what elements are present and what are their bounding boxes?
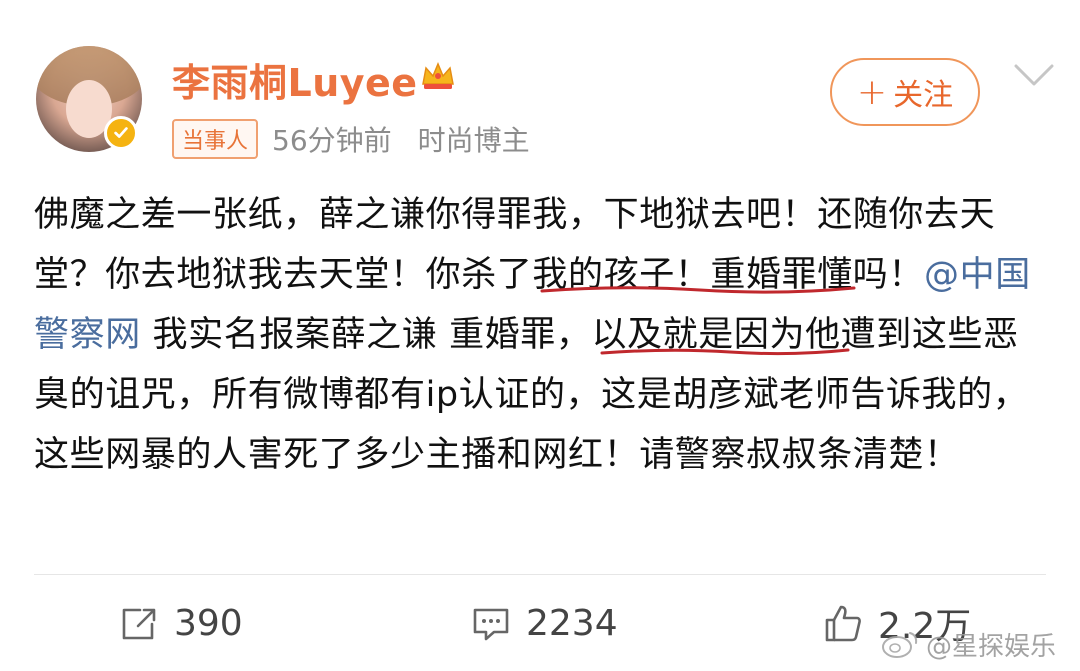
user-tag: 时尚博主 xyxy=(417,124,530,157)
comment-button[interactable]: 2234 xyxy=(470,598,618,648)
watermark: @星探娱乐 xyxy=(880,624,1056,664)
plus-icon: + xyxy=(856,71,888,113)
role-badge: 当事人 xyxy=(172,119,259,159)
red-underline-annotation xyxy=(540,286,856,294)
repost-button[interactable]: 390 xyxy=(118,598,243,648)
crown-icon[interactable] xyxy=(418,56,458,96)
follow-label: 关注 xyxy=(893,78,954,113)
verified-badge-icon xyxy=(104,116,138,150)
post-meta: 当事人 56分钟前 时尚博主 xyxy=(172,119,530,159)
follow-button[interactable]: + 关注 xyxy=(830,58,980,126)
post-text-part2: 我实名报案薛之谦 重婚罪，以及就是因为他遭到这些恶臭的诅咒，所有微博都有ip认证… xyxy=(34,315,1029,475)
post-time: 56分钟前 xyxy=(272,124,392,157)
chevron-down-icon[interactable] xyxy=(1012,58,1056,92)
red-underline-annotation xyxy=(600,348,850,356)
post-text-part1: 佛魔之差一张纸，薛之谦你得罪我，下地狱去吧！还随你去天堂？你去地狱我去天堂！你杀… xyxy=(34,195,996,295)
post-content: 佛魔之差一张纸，薛之谦你得罪我，下地狱去吧！还随你去天堂？你去地狱我去天堂！你杀… xyxy=(34,185,1054,485)
thumbs-up-icon xyxy=(825,605,861,642)
weibo-logo-icon xyxy=(882,632,918,658)
comment-count: 2234 xyxy=(526,602,618,644)
divider xyxy=(34,574,1046,575)
username[interactable]: 李雨桐Luyee xyxy=(172,52,418,107)
watermark-text: @星探娱乐 xyxy=(926,631,1057,662)
repost-count: 390 xyxy=(174,602,243,644)
repost-icon xyxy=(122,608,156,640)
comment-icon xyxy=(473,608,509,641)
